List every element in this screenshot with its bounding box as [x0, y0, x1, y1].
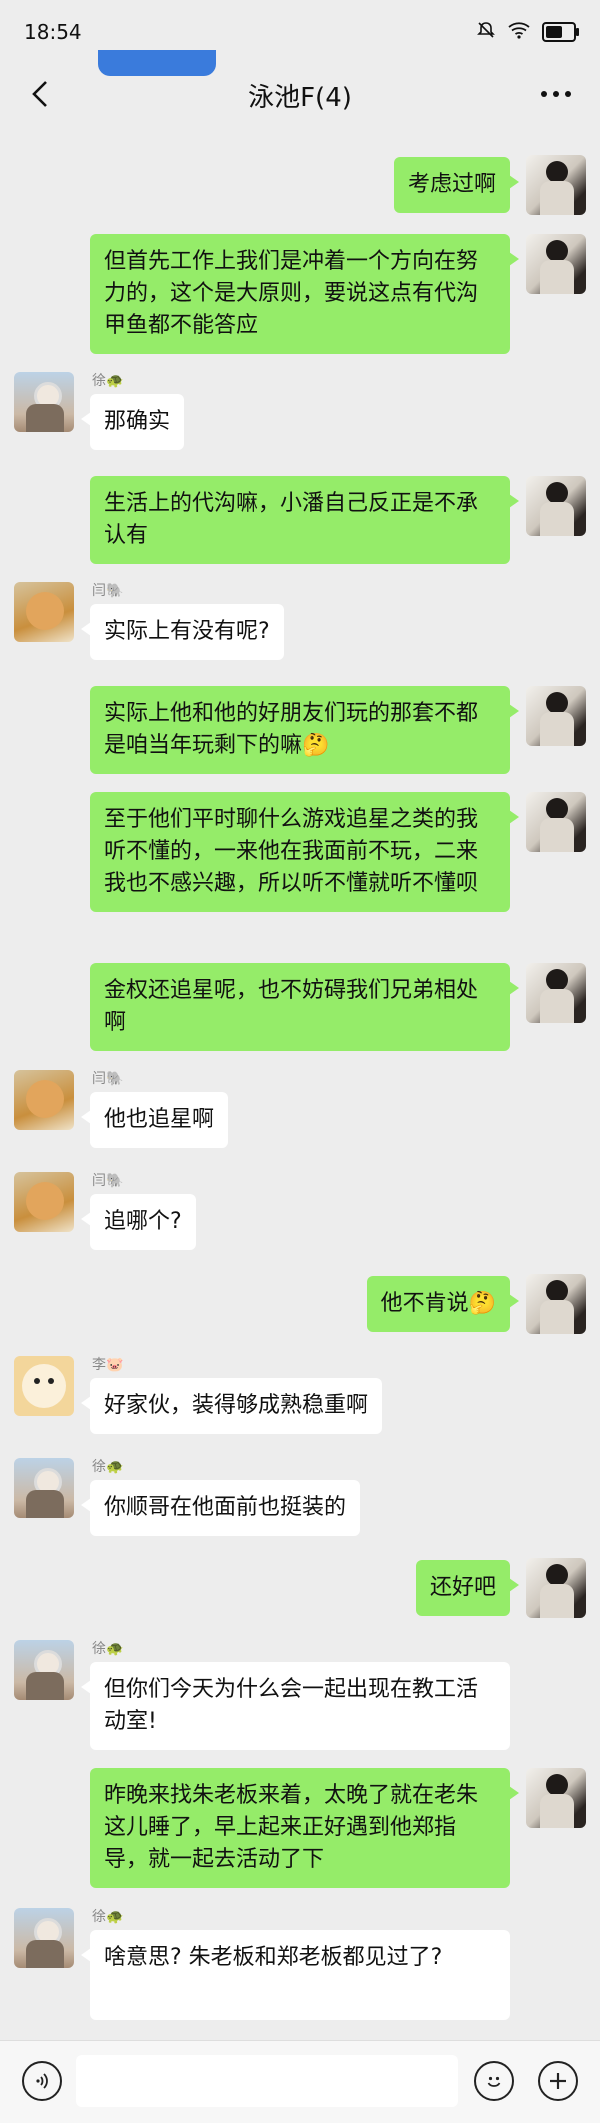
status-bar: 18:54 [0, 0, 600, 64]
more-button[interactable] [534, 74, 578, 114]
avatar-me[interactable] [526, 792, 586, 852]
avatar-yan[interactable] [14, 582, 74, 642]
message-bubble[interactable]: 追哪个? [81, 1194, 196, 1250]
message-bubble[interactable]: 你顺哥在他面前也挺装的 [80, 1480, 361, 1536]
emoji-button[interactable] [474, 2061, 514, 2101]
avatar-me[interactable] [526, 1558, 586, 1618]
sender-name: 徐🐢 [92, 1909, 124, 1925]
voice-icon [36, 2073, 48, 2089]
message-bubble[interactable]: 还好吧 [415, 1560, 520, 1616]
message-bubble[interactable]: 他也追星啊 [80, 1092, 229, 1148]
battery-icon [542, 22, 579, 42]
more-icon [541, 91, 571, 97]
sender-name: 闫🐘 [92, 1173, 124, 1189]
message-bubble[interactable]: 但首先工作上我们是冲着一个方向在努力的，这个是大原则，要说这点有代沟甲鱼都不能答… [90, 234, 519, 354]
message-bubble[interactable]: 但你们今天为什么会一起出现在教工活动室! [81, 1662, 510, 1750]
avatar-me[interactable] [526, 1768, 586, 1828]
avatar-xu[interactable] [14, 1640, 74, 1700]
avatar-me[interactable] [526, 686, 586, 746]
emoji-icon [487, 2076, 501, 2087]
avatar-xu[interactable] [14, 1458, 74, 1518]
avatar-me[interactable] [526, 476, 586, 536]
mute-icon [476, 20, 496, 45]
message-bubble[interactable]: 那确实 [80, 394, 185, 450]
plus-icon [550, 2073, 566, 2089]
avatar-yan[interactable] [14, 1172, 74, 1232]
sender-name: 徐🐢 [92, 373, 124, 389]
message-bubble[interactable]: 生活上的代沟嘛，小潘自己反正是不承认有 [90, 476, 519, 564]
status-icons [476, 20, 579, 45]
sender-name: 闫🐘 [92, 583, 124, 599]
wifi-icon [508, 21, 530, 44]
avatar-me[interactable] [526, 155, 586, 215]
avatar-me[interactable] [526, 1274, 586, 1334]
avatar-yan[interactable] [14, 1070, 74, 1130]
sender-name: 徐🐢 [92, 1459, 124, 1475]
chat-header: 泳池F(4) [0, 64, 600, 126]
message-bubble[interactable]: 考虑过啊 [393, 157, 520, 213]
chat-title: 泳池F(4) [248, 82, 352, 113]
status-time: 18:54 [24, 20, 82, 44]
avatar-me[interactable] [526, 963, 586, 1023]
back-button[interactable] [20, 74, 60, 114]
avatar-xu[interactable] [14, 372, 74, 432]
message-bubble[interactable]: 金权还追星呢，也不妨碍我们兄弟相处啊 [90, 963, 519, 1051]
plus-button[interactable] [538, 2061, 578, 2101]
avatar-me[interactable] [526, 234, 586, 294]
message-bubble[interactable]: 至于他们平时聊什么游戏追星之类的我听不懂的，一来他在我面前不玩，二来我也不感兴趣… [90, 792, 519, 912]
voice-button[interactable] [22, 2061, 62, 2101]
message-bubble[interactable]: 啥意思? 朱老板和郑老板都见过了? [81, 1930, 510, 2020]
message-bubble[interactable]: 昨晚来找朱老板来着，太晚了就在老朱这儿睡了，早上起来正好遇到他郑指导，就一起去活… [90, 1768, 519, 1888]
input-bar [0, 2040, 600, 2123]
chevron-left-icon [32, 81, 47, 107]
sender-name: 闫🐘 [92, 1071, 124, 1087]
message-bubble[interactable]: 实际上他和他的好朋友们玩的那套不都是咱当年玩剩下的嘛🤔 [90, 686, 519, 774]
sender-name: 徐🐢 [92, 1641, 124, 1657]
message-bubble[interactable]: 实际上有没有呢? [81, 604, 284, 660]
message-bubble[interactable]: 他不肯说🤔 [366, 1276, 520, 1332]
sender-name: 李🐷 [92, 1357, 124, 1373]
message-input[interactable] [76, 2055, 458, 2107]
message-bubble[interactable]: 好家伙，装得够成熟稳重啊 [80, 1378, 383, 1434]
avatar-xu[interactable] [14, 1908, 74, 1968]
avatar-li[interactable] [14, 1356, 74, 1416]
